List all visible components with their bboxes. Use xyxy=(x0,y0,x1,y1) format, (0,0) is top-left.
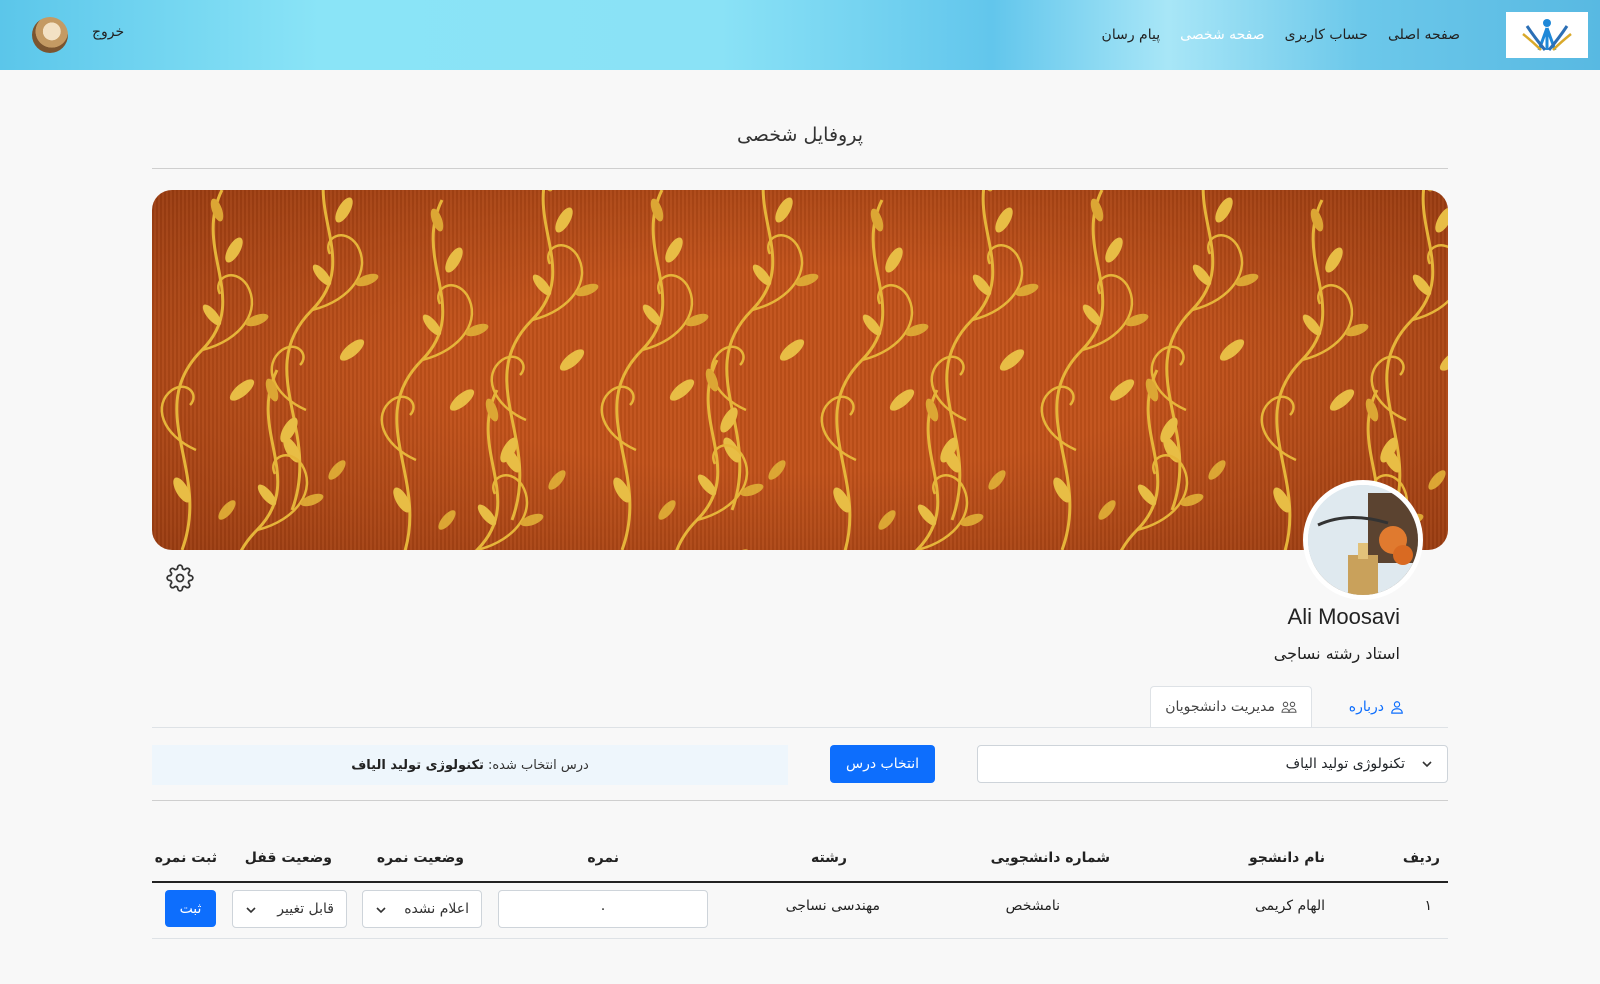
section-divider xyxy=(152,800,1448,801)
tab-about-label: درباره xyxy=(1348,699,1384,715)
grade-status-value: اعلام نشده xyxy=(404,901,469,917)
profile-name: Ali Moosavi xyxy=(1287,604,1400,629)
selected-course-label: درس انتخاب شده: xyxy=(487,757,589,773)
col-header-name: نام دانشجو xyxy=(1248,850,1325,866)
cell-student-name: الهام کریمی xyxy=(1254,898,1325,914)
course-select[interactable]: تکنولوژی تولید الیاف xyxy=(977,745,1448,783)
col-header-student-no: شماره دانشجویی xyxy=(990,850,1110,866)
nav-account[interactable]: حساب کاربری xyxy=(1285,27,1368,43)
table-header-rule xyxy=(152,881,1448,883)
user-avatar[interactable] xyxy=(32,17,68,53)
person-icon xyxy=(1391,701,1403,714)
chevron-down-icon xyxy=(246,907,256,914)
cell-major: مهندسی نساجی xyxy=(785,898,880,914)
selected-course-value: تکنولوژی تولید الیاف xyxy=(351,757,484,773)
chevron-down-icon xyxy=(376,907,386,914)
logo-icon xyxy=(1522,19,1572,51)
cell-index: ۱ xyxy=(1424,898,1432,914)
selected-course-info: درس انتخاب شده: تکنولوژی تولید الیاف xyxy=(152,745,788,785)
course-select-value: تکنولوژی تولید الیاف xyxy=(1285,756,1405,772)
col-header-index: ردیف xyxy=(1402,850,1440,866)
col-header-submit: ثبت نمره xyxy=(154,850,217,866)
grade-input[interactable]: ۰ xyxy=(498,890,708,928)
nav-personal-page[interactable]: صفحه شخصی xyxy=(1180,27,1265,43)
col-header-major: رشته xyxy=(810,850,847,866)
lock-status-value: قابل تغییر xyxy=(277,901,334,917)
profile-picture[interactable] xyxy=(1303,480,1423,600)
settings-gear-icon[interactable] xyxy=(166,564,194,592)
tab-student-management[interactable]: مدیریت دانشجویان xyxy=(1150,686,1312,728)
submit-grade-button[interactable]: ثبت xyxy=(165,890,216,927)
col-header-grade: نمره xyxy=(587,850,619,866)
cover-image xyxy=(152,190,1448,550)
col-header-lock-status: وضعیت قفل xyxy=(244,850,332,866)
page-title: پروفایل شخصی xyxy=(736,124,864,146)
profile-photo xyxy=(1308,485,1418,595)
people-icon xyxy=(1281,701,1297,713)
nav-messenger[interactable]: پیام رسان xyxy=(1102,27,1161,43)
nav-links: صفحه اصلی حساب کاربری صفحه شخصی پیام رسا… xyxy=(1102,0,1460,70)
col-header-grade-status: وضعیت نمره xyxy=(376,850,464,866)
logout-link[interactable]: خروج xyxy=(92,24,124,40)
ornament-pattern xyxy=(160,190,1448,550)
brand-logo[interactable] xyxy=(1506,12,1588,58)
profile-role: استاد رشته نساجی xyxy=(1273,644,1400,663)
select-course-button[interactable]: انتخاب درس xyxy=(830,745,935,783)
top-navbar: صفحه اصلی حساب کاربری صفحه شخصی پیام رسا… xyxy=(0,0,1600,70)
nav-home[interactable]: صفحه اصلی xyxy=(1388,27,1460,43)
lock-status-select[interactable]: قابل تغییر xyxy=(232,890,347,928)
cell-student-no: نامشخص xyxy=(1005,898,1060,914)
chevron-down-icon xyxy=(1422,761,1432,768)
tabs-divider xyxy=(152,727,1448,728)
tab-students-label: مدیریت دانشجویان xyxy=(1165,699,1275,715)
table-row-rule xyxy=(152,938,1448,939)
tab-about[interactable]: درباره xyxy=(1335,686,1418,728)
title-divider xyxy=(152,168,1448,169)
grade-status-select[interactable]: اعلام نشده xyxy=(362,890,482,928)
